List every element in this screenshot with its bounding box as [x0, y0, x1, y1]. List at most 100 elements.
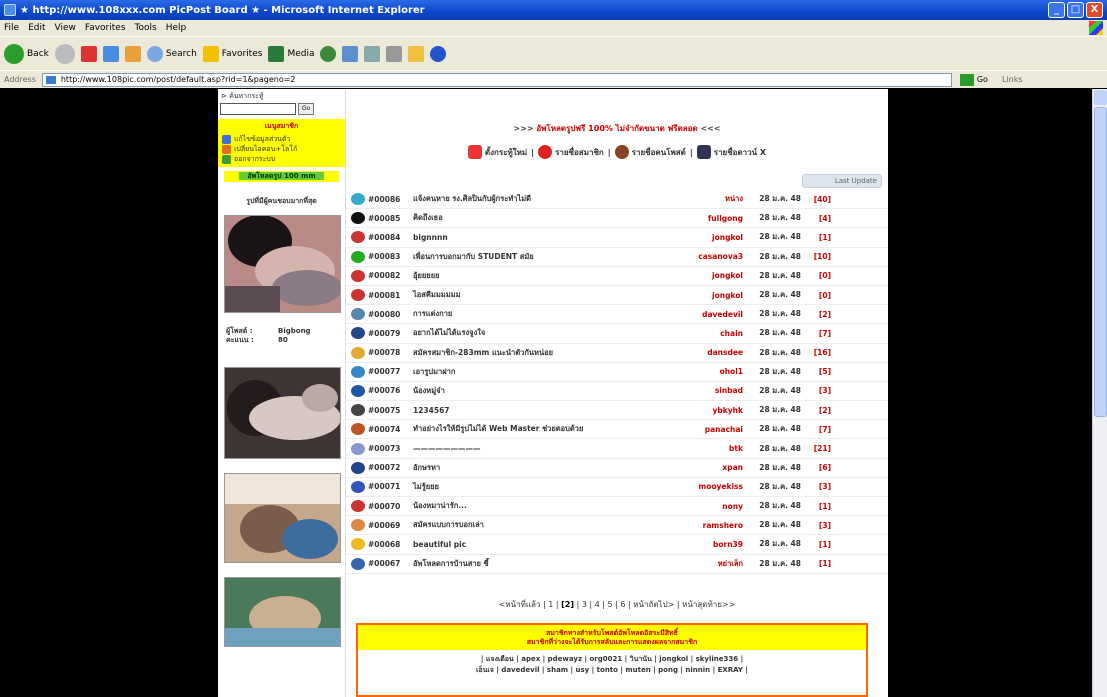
stop-icon[interactable] — [80, 45, 97, 62]
thread-title[interactable]: อักษรหา — [405, 462, 663, 474]
thread-title[interactable]: bignnnn — [405, 233, 663, 242]
thread-author[interactable]: ybkyhk — [663, 406, 751, 415]
nav-new-post[interactable]: ตั้งกระทู้ใหม่ — [467, 145, 527, 159]
address-input[interactable]: http://www.108pic.com/post/default.asp?r… — [41, 72, 952, 87]
nav-posters[interactable]: รายชื่อคนโพสต์ — [614, 145, 686, 159]
thread-row[interactable]: #00076 น้องหมู่จ๋า sinbad 28 ม.ค. 48 [3] — [346, 382, 888, 402]
thread-title[interactable]: ไอสคีมมมมมม — [405, 289, 663, 301]
upload-button[interactable]: อัพโหลดรูป 100 mm — [224, 170, 339, 182]
thread-author[interactable]: dansdee — [663, 348, 751, 357]
thread-author[interactable]: jongkol — [663, 233, 751, 242]
thread-row[interactable]: #00083 เพื่อนการบอกมากับ STUDENT สมัย casa… — [346, 248, 888, 267]
home-icon[interactable] — [124, 45, 141, 62]
pager-page-3[interactable]: 3 — [582, 600, 587, 609]
thread-author[interactable]: fullgong — [663, 214, 751, 223]
last-update-button[interactable]: Last Update — [802, 174, 882, 188]
thread-title[interactable]: อยากได้ไม่ได้แรงจูงใจ — [405, 327, 663, 339]
member-item-edit-profile[interactable]: แก้ไขข้อมูลส่วนตัว — [222, 134, 341, 144]
thread-row[interactable]: #00072 อักษรหา xpan 28 ม.ค. 48 [6] — [346, 459, 888, 478]
thread-row[interactable]: #00081 ไอสคีมมมมมม jongkol 28 ม.ค. 48 [0] — [346, 286, 888, 306]
menu-edit[interactable]: Edit — [28, 23, 45, 33]
thread-author[interactable]: jongkol — [663, 291, 751, 300]
links-label[interactable]: Links — [1002, 75, 1023, 84]
mail-icon[interactable] — [342, 45, 359, 62]
thread-row[interactable]: #00082 อุ้ยยยยย jongkol 28 ม.ค. 48 [0] — [346, 267, 888, 286]
thread-title[interactable]: เอารูปมาฝาก — [405, 366, 663, 378]
menu-favorites[interactable]: Favorites — [85, 23, 126, 33]
pager-prev[interactable]: <หน้าที่แล้ว | — [499, 600, 546, 609]
nav-downloads[interactable]: รายชื่อดาวน์ X — [696, 145, 766, 159]
media-button[interactable]: Media — [268, 45, 314, 62]
thread-row[interactable]: #00084 bignnnn jongkol 28 ม.ค. 48 [1] — [346, 228, 888, 248]
thread-author[interactable]: ramshero — [663, 521, 751, 530]
thread-title[interactable]: สมัครสมาชิก-283mm แนะนำตัวกันหน่อย — [405, 347, 663, 359]
thread-title[interactable]: สมัครแบบการบอกเล่า — [405, 519, 663, 531]
pager-next[interactable]: | หน้าถัดไป> | หน้าสุดท้าย>> — [628, 600, 735, 609]
thread-row[interactable]: #00077 เอารูปมาฝาก ohol1 28 ม.ค. 48 [5] — [346, 363, 888, 382]
thread-author[interactable]: chain — [663, 329, 751, 338]
close-button[interactable]: X — [1086, 2, 1103, 18]
pager-page-6[interactable]: 6 — [620, 600, 625, 609]
thread-author[interactable]: casanova3 — [663, 252, 751, 261]
thread-author[interactable]: xpan — [663, 463, 751, 472]
thread-title[interactable]: น้องหมาน่ารัก... — [405, 500, 663, 512]
thread-title[interactable]: 1234567 — [405, 406, 663, 415]
thread-title[interactable]: น้องหมู่จ๋า — [405, 385, 663, 397]
thread-title[interactable]: แจ้งคนหาย รง.ศิลปินกับผู้กระทำไม่ดี — [405, 193, 663, 205]
thread-row[interactable]: #00085 คิดถึงเธอ fullgong 28 ม.ค. 48 [4] — [346, 209, 888, 229]
thread-author[interactable]: panachai — [663, 425, 751, 434]
print-icon[interactable] — [364, 45, 381, 62]
vertical-scrollbar[interactable] — [1092, 89, 1107, 697]
pager-page-4[interactable]: 4 — [595, 600, 600, 609]
nav-members[interactable]: รายชื่อสมาชิก — [538, 145, 604, 159]
members-line-2[interactable]: เอ็นเจ | davedevil | sham | usy | tonto … — [362, 665, 862, 676]
menu-tools[interactable]: Tools — [135, 23, 157, 33]
back-button[interactable]: Back — [4, 43, 49, 64]
thread-author[interactable]: mooyekiss — [663, 482, 751, 491]
popular-photo-2[interactable] — [224, 367, 341, 459]
menu-view[interactable]: View — [55, 23, 76, 33]
thread-row[interactable]: #00079 อยากได้ไม่ได้แรงจูงใจ chain 28 ม.ค. … — [346, 324, 888, 344]
thread-title[interactable]: อุ้ยยยยย — [405, 270, 663, 282]
minimize-button[interactable]: _ — [1048, 2, 1065, 18]
thread-title[interactable]: เพื่อนการบอกมากับ STUDENT สมัย — [405, 251, 663, 263]
thread-title[interactable]: beautiful pic — [405, 540, 663, 549]
history-icon[interactable] — [320, 45, 337, 62]
scroll-up-icon[interactable] — [1094, 90, 1107, 105]
scroll-thumb[interactable] — [1094, 107, 1107, 417]
edit-icon[interactable] — [386, 45, 403, 62]
thread-title[interactable]: การแต่งกาย — [405, 308, 663, 320]
thread-row[interactable]: #00070 น้องหมาน่ารัก... nony 28 ม.ค. 48 [1] — [346, 497, 888, 517]
thread-title[interactable]: อัพโหลดการบ้านสาย ชี้ — [405, 558, 663, 570]
thread-row[interactable]: #00074 ทำอย่างไรให้มีรูปไม่ได้ Web Master… — [346, 420, 888, 440]
thread-author[interactable]: born39 — [663, 540, 751, 549]
members-line-1[interactable]: | แจงเตือน | apex | pdewayz | org0021 | … — [362, 654, 862, 665]
menu-file[interactable]: File — [4, 23, 19, 33]
go-button[interactable]: Go — [959, 73, 988, 86]
thread-author[interactable]: jongkol — [663, 271, 751, 280]
pager-page-1[interactable]: 1 — [548, 600, 553, 609]
popular-photo-1[interactable] — [224, 215, 341, 313]
menu-help[interactable]: Help — [166, 23, 187, 33]
thread-title[interactable]: คิดถึงเธอ — [405, 212, 663, 224]
thread-row[interactable]: #00069 สมัครแบบการบอกเล่า ramshero 28 ม.ค. … — [346, 516, 888, 536]
thread-author[interactable]: sinbad — [663, 386, 751, 395]
messenger-icon[interactable] — [430, 45, 447, 62]
thread-row[interactable]: #00086 แจ้งคนหาย รง.ศิลปินกับผู้กระทำไม่ด… — [346, 190, 888, 210]
forward-button[interactable] — [54, 43, 75, 64]
thread-author[interactable]: หย่าเล็ก — [663, 558, 751, 570]
thread-row[interactable]: #00067 อัพโหลดการบ้านสาย ชี้ หย่าเล็ก 28 ม.… — [346, 555, 888, 574]
maximize-button[interactable]: □ — [1067, 2, 1084, 18]
thread-title[interactable]: ————————— — [405, 444, 663, 453]
thread-author[interactable]: davedevil — [663, 310, 751, 319]
pager-page-5[interactable]: 5 — [608, 600, 613, 609]
search-button[interactable]: Search — [146, 45, 197, 62]
thread-author[interactable]: หน่าง — [663, 193, 751, 205]
thread-row[interactable]: #00080 การแต่งกาย davedevil 28 ม.ค. 48 [2] — [346, 305, 888, 325]
thread-title[interactable]: ทำอย่างไรให้มีรูปไม่ได้ Web Master ช่วยต… — [405, 423, 663, 435]
thread-row[interactable]: #00075 1234567 ybkyhk 28 ม.ค. 48 [2] — [346, 401, 888, 421]
popular-photo-3[interactable] — [224, 473, 341, 563]
member-item-change-icon[interactable]: เปลี่ยนไอคอน+โลโก้ — [222, 144, 341, 154]
folder-icon[interactable] — [408, 45, 425, 62]
popular-photo-4[interactable] — [224, 577, 341, 647]
